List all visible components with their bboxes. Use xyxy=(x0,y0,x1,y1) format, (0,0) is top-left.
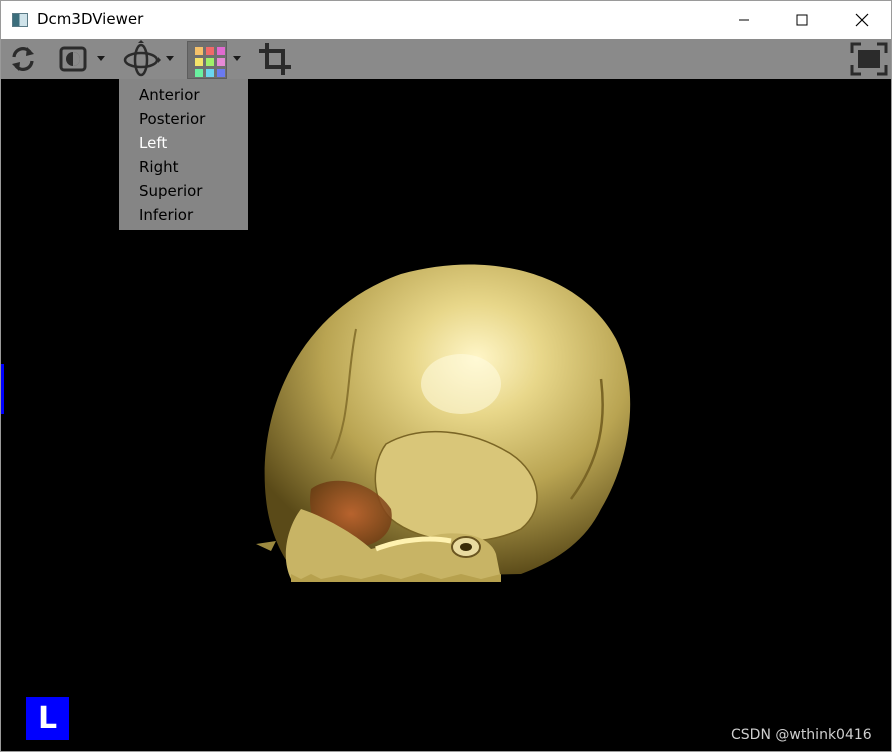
palette-swatch xyxy=(206,47,214,55)
crop-button[interactable] xyxy=(255,39,295,79)
toolbar xyxy=(1,39,891,79)
title-bar[interactable]: Dcm3DViewer xyxy=(1,1,891,39)
palette-dropdown-arrow-icon[interactable] xyxy=(233,56,241,61)
palette-swatch xyxy=(206,58,214,66)
orientation-menu: Anterior Posterior Left Right Superior I… xyxy=(119,79,248,230)
contrast-button[interactable] xyxy=(55,39,91,79)
minimize-button[interactable] xyxy=(715,1,773,39)
app-icon xyxy=(12,13,28,27)
palette-swatch xyxy=(206,69,214,77)
watermark-text: CSDN @wthink0416 xyxy=(731,727,872,743)
menu-item-anterior[interactable]: Anterior xyxy=(119,83,248,107)
menu-item-right[interactable]: Right xyxy=(119,155,248,179)
menu-item-inferior[interactable]: Inferior xyxy=(119,203,248,227)
palette-swatch xyxy=(217,47,225,55)
palette-swatch xyxy=(195,58,203,66)
minimize-icon xyxy=(739,19,749,21)
fullscreen-button[interactable] xyxy=(849,39,889,79)
fullscreen-icon xyxy=(850,42,888,76)
color-palette-button[interactable] xyxy=(187,41,227,79)
menu-item-posterior[interactable]: Posterior xyxy=(119,107,248,131)
menu-item-left[interactable]: Left xyxy=(119,131,248,155)
refresh-button[interactable] xyxy=(5,39,41,79)
contrast-icon xyxy=(59,46,87,72)
close-button[interactable] xyxy=(833,1,891,39)
refresh-icon xyxy=(12,47,34,71)
app-window: Dcm3DViewer L CSDN @wthink0416 Anterior … xyxy=(0,0,892,752)
crop-icon xyxy=(259,43,291,75)
close-icon xyxy=(855,13,869,27)
maximize-icon xyxy=(796,14,808,26)
orientation-label-badge: L xyxy=(26,697,69,740)
contrast-dropdown-arrow-icon[interactable] xyxy=(97,56,105,61)
orientation-gyro-icon xyxy=(123,40,161,77)
orientation-button[interactable] xyxy=(119,39,163,79)
color-palette-icon xyxy=(195,47,225,77)
window-title: Dcm3DViewer xyxy=(37,10,144,28)
palette-swatch xyxy=(195,47,203,55)
palette-swatch xyxy=(217,69,225,77)
maximize-button[interactable] xyxy=(773,1,831,39)
orientation-dropdown-arrow-icon[interactable] xyxy=(166,56,174,61)
palette-swatch xyxy=(195,69,203,77)
palette-swatch xyxy=(217,58,225,66)
menu-item-superior[interactable]: Superior xyxy=(119,179,248,203)
